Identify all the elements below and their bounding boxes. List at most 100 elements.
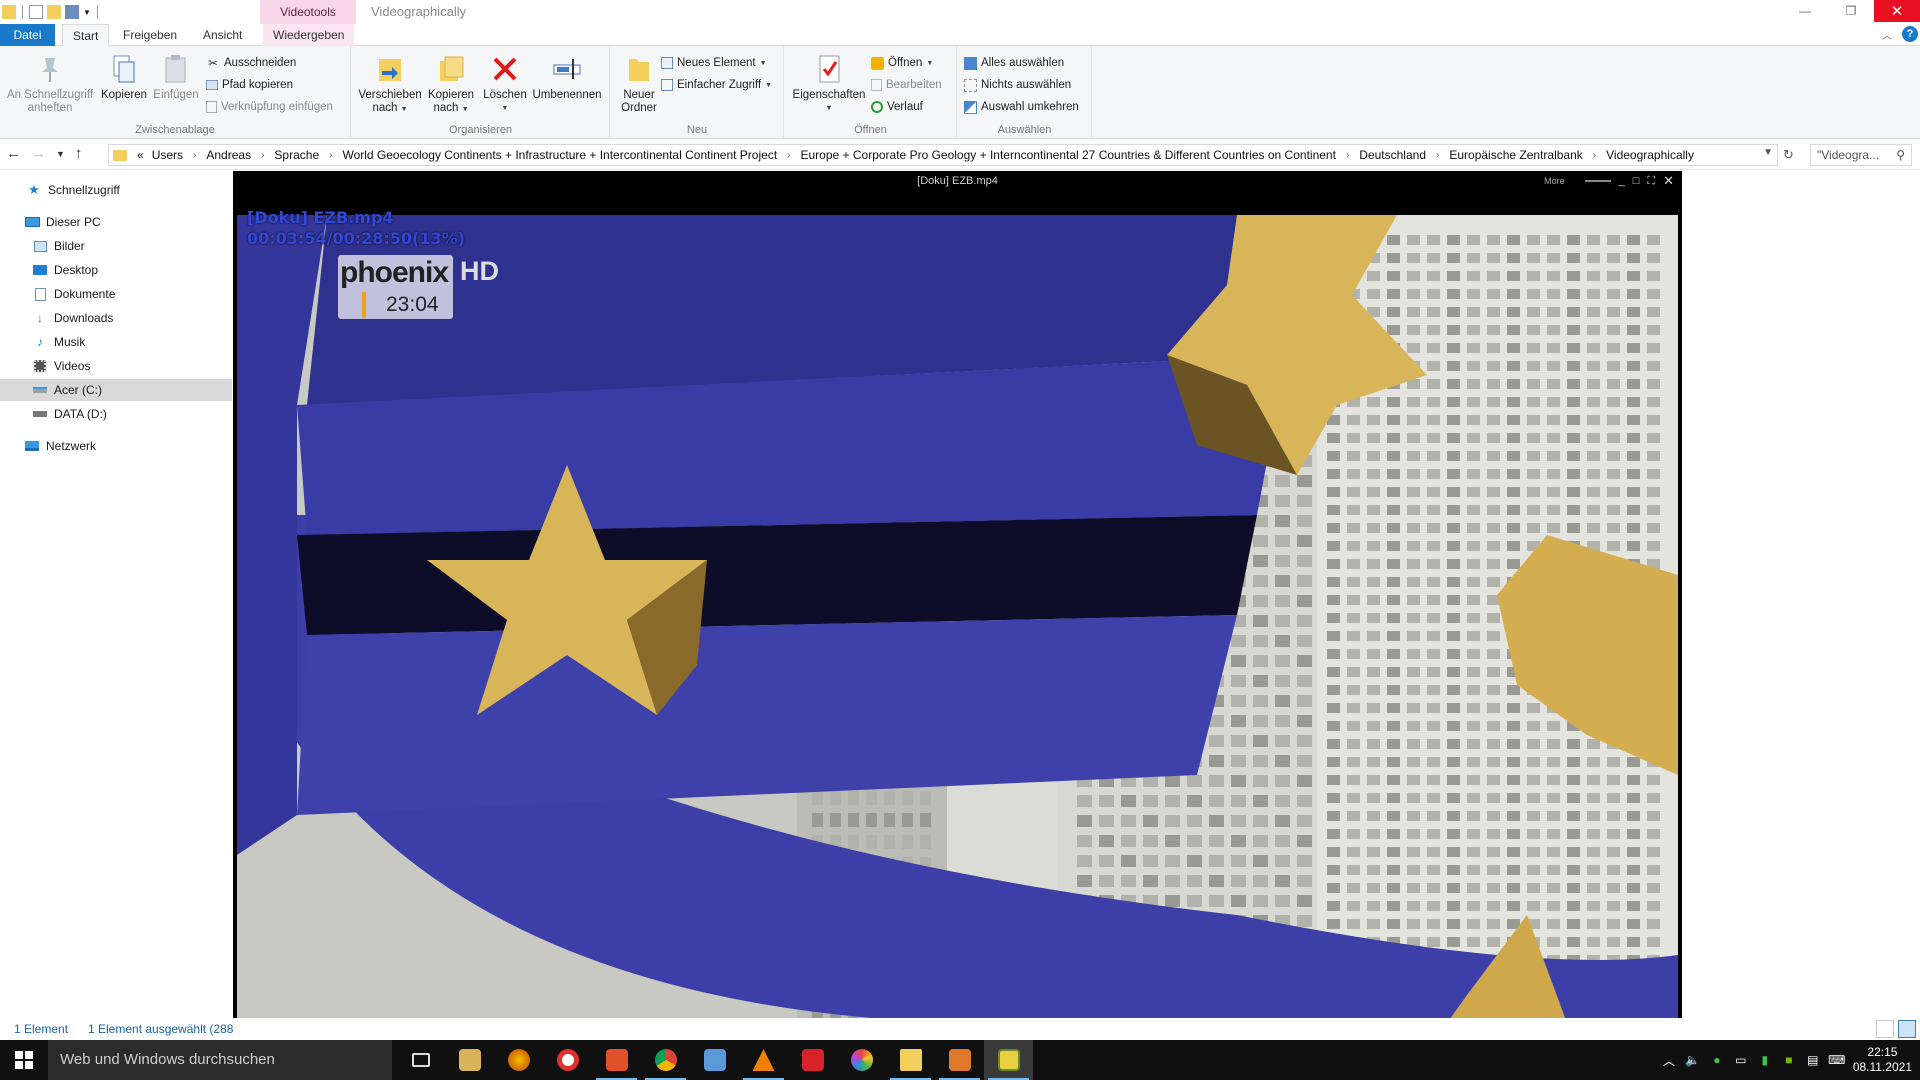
rename-icon[interactable] <box>65 5 79 19</box>
acrobat-icon[interactable] <box>788 1040 837 1080</box>
rename-button[interactable]: Umbenennen <box>530 51 604 102</box>
more-button[interactable]: More <box>1544 176 1565 186</box>
start-button[interactable] <box>0 1040 48 1080</box>
keyboard-icon[interactable]: ⌨ <box>1828 1052 1845 1068</box>
new-folder-button[interactable]: Neuer Ordner <box>615 51 663 115</box>
copy-path-button[interactable]: Pfad kopieren <box>206 75 293 95</box>
breadcrumb-item[interactable]: Sprache <box>270 148 323 162</box>
breadcrumb-chevron-icon[interactable]: › <box>1430 150 1445 161</box>
security-shield-icon[interactable]: ● <box>1709 1052 1725 1068</box>
breadcrumb-item[interactable]: Users <box>148 148 187 162</box>
nav-item-videos[interactable]: Videos <box>0 355 232 377</box>
nav-item-documents[interactable]: Dokumente <box>0 283 232 305</box>
tab-file[interactable]: Datei <box>0 24 55 46</box>
refresh-icon[interactable]: ↻ <box>1783 147 1794 163</box>
select-none-button[interactable]: Nichts auswählen <box>964 75 1071 95</box>
app-fireworks-icon[interactable] <box>494 1040 543 1080</box>
app-office-icon[interactable] <box>592 1040 641 1080</box>
properties-check-icon[interactable] <box>29 5 43 19</box>
nav-item-drive-c[interactable]: Acer (C:) <box>0 379 232 401</box>
tray-chevron-up-icon[interactable]: ︿ <box>1661 1052 1677 1068</box>
copy-to-button[interactable]: Kopieren nach ▼ <box>423 51 479 116</box>
maximize-icon[interactable]: □ <box>1633 175 1640 187</box>
open-button[interactable]: Öffnen ▼ <box>871 53 933 73</box>
chrome-icon[interactable] <box>641 1040 690 1080</box>
nav-item-drive-d[interactable]: DATA (D:) <box>0 403 232 425</box>
address-bar[interactable]: « Users › Andreas › Sprache › World Geoe… <box>108 144 1778 166</box>
volume-icon[interactable]: 🔈 <box>1685 1052 1701 1068</box>
paste-shortcut-button[interactable]: Verknüpfung einfügen <box>206 97 333 117</box>
nvidia-icon[interactable]: ■ <box>1781 1052 1797 1068</box>
minimize-icon[interactable]: _ <box>1619 175 1625 187</box>
app-color-wheel-icon[interactable] <box>837 1040 886 1080</box>
history-button[interactable]: Verlauf <box>871 97 923 117</box>
clock[interactable]: 22:15 08.11.2021 <box>1853 1045 1912 1075</box>
network-tray-icon[interactable]: ▭ <box>1733 1052 1749 1068</box>
nav-item-pictures[interactable]: Bilder <box>0 235 232 257</box>
app-ring-icon[interactable] <box>543 1040 592 1080</box>
nav-item-this-pc[interactable]: Dieser PC <box>0 211 232 233</box>
breadcrumb-chevron-icon[interactable]: › <box>323 150 338 161</box>
recent-chevron-icon[interactable]: ▼ <box>56 149 65 159</box>
cut-button[interactable]: ✂ Ausschneiden <box>206 53 296 73</box>
details-view-button[interactable] <box>1876 1020 1894 1038</box>
breadcrumb-chevron-icon[interactable]: › <box>1340 150 1355 161</box>
breadcrumb-item[interactable]: Deutschland <box>1355 148 1430 162</box>
task-view-icon[interactable] <box>396 1040 445 1080</box>
breadcrumb-chevron-icon[interactable]: › <box>781 150 796 161</box>
minimize-button[interactable]: — <box>1782 0 1828 22</box>
nav-item-music[interactable]: ♪ Musik <box>0 331 232 353</box>
copy-button[interactable]: Kopieren <box>99 51 149 102</box>
tab-view[interactable]: Ansicht <box>193 24 252 46</box>
breadcrumb-chevron-icon[interactable]: › <box>187 150 202 161</box>
new-item-button[interactable]: Neues Element ▼ <box>661 53 767 73</box>
chevron-down-icon[interactable]: ▼ <box>83 8 91 17</box>
up-arrow-icon[interactable]: ↑ <box>75 145 83 162</box>
breadcrumb-chevron-icon[interactable]: › <box>1587 150 1602 161</box>
video-player-app-icon[interactable] <box>984 1040 1033 1080</box>
select-all-button[interactable]: Alles auswählen <box>964 53 1064 73</box>
volume-slider[interactable] <box>1584 180 1611 182</box>
nav-item-quick-access[interactable]: ★ Schnellzugriff <box>0 179 232 201</box>
app-paint-icon[interactable] <box>935 1040 984 1080</box>
delete-button[interactable]: Löschen ▼ <box>482 51 528 115</box>
file-explorer-icon[interactable] <box>886 1040 935 1080</box>
fullscreen-icon[interactable]: ⛶ <box>1647 175 1655 188</box>
restore-button[interactable]: ❐ <box>1828 0 1874 22</box>
large-icons-view-button[interactable] <box>1898 1020 1916 1038</box>
search-icon[interactable]: ⚲ <box>1896 148 1905 162</box>
tab-start[interactable]: Start <box>62 24 110 47</box>
notifications-icon[interactable]: ▤ <box>1805 1052 1821 1068</box>
breadcrumb-overflow[interactable]: « <box>133 148 148 162</box>
properties-button[interactable]: Eigenschaften ▼ <box>789 51 869 115</box>
tab-share[interactable]: Freigeben <box>113 24 187 46</box>
search-input[interactable]: "Videogra... ⚲ <box>1810 144 1912 166</box>
invert-selection-button[interactable]: Auswahl umkehren <box>964 97 1079 117</box>
taskbar-search-input[interactable]: Web und Windows durchsuchen <box>48 1040 392 1080</box>
easy-access-button[interactable]: Einfacher Zugriff ▼ <box>661 75 772 95</box>
breadcrumb-item[interactable]: World Geoecology Continents + Infrastruc… <box>338 148 781 162</box>
new-folder-icon[interactable] <box>47 5 61 19</box>
chevron-down-icon[interactable]: ▼ <box>1763 147 1773 158</box>
tab-play[interactable]: Wiedergeben <box>263 24 355 46</box>
close-icon[interactable]: ✕ <box>1663 173 1674 189</box>
forward-arrow-icon[interactable]: → <box>31 145 46 162</box>
breadcrumb-item[interactable]: Videographically <box>1602 148 1698 162</box>
close-button[interactable]: ✕ <box>1874 0 1920 22</box>
video-frame[interactable] <box>237 215 1678 1023</box>
breadcrumb-item[interactable]: Europäische Zentralbank <box>1445 148 1586 162</box>
battery-icon[interactable]: ▮ <box>1757 1052 1773 1068</box>
paste-button[interactable]: Einfügen <box>150 51 202 102</box>
vlc-icon[interactable] <box>739 1040 788 1080</box>
edit-button[interactable]: Bearbeiten <box>871 75 942 95</box>
help-icon[interactable]: ? <box>1902 26 1918 42</box>
nav-item-desktop[interactable]: Desktop <box>0 259 232 281</box>
move-to-button[interactable]: Verschieben nach ▼ <box>358 51 422 116</box>
pin-quick-access-button[interactable]: An Schnellzugriff anheften <box>6 51 94 115</box>
nav-item-downloads[interactable]: ↓ Downloads <box>0 307 232 329</box>
breadcrumb-item[interactable]: Andreas <box>202 148 255 162</box>
back-arrow-icon[interactable]: ← <box>6 145 21 162</box>
breadcrumb-item[interactable]: Europe + Corporate Pro Geology + Internc… <box>797 148 1340 162</box>
nav-item-network[interactable]: Netzwerk <box>0 435 232 457</box>
app-photos-icon[interactable] <box>690 1040 739 1080</box>
